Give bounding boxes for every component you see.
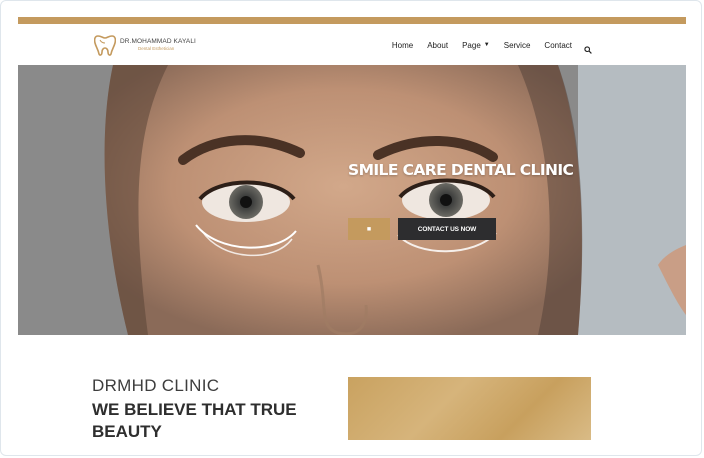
hero-primary-button[interactable]: ■ <box>348 218 390 240</box>
tooth-icon <box>94 33 116 57</box>
search-icon[interactable] <box>584 41 592 54</box>
nav-item-contact[interactable]: Contact <box>544 41 572 50</box>
main-nav: Home About Page ▼ Service Contact <box>378 26 592 64</box>
hero-face-image <box>18 65 686 335</box>
contact-us-button[interactable]: CONTACT US NOW <box>398 218 496 240</box>
chevron-down-icon: ▼ <box>483 42 490 48</box>
brand-subtitle: Dental Esthetician <box>138 46 175 51</box>
about-kicker: DRMHD CLINIC <box>92 376 220 395</box>
site-logo[interactable]: DR.MOHAMMAD KAYALI Dental Esthetician <box>94 33 196 57</box>
site-header: DR.MOHAMMAD KAYALI Dental Esthetician Ho… <box>18 26 686 64</box>
nav-item-service[interactable]: Service <box>504 41 531 50</box>
hero-title: SMILE CARE DENTAL CLINIC <box>348 161 574 179</box>
about-section: DRMHD CLINIC WE BELIEVE THAT TRUE BEAUTY <box>92 376 322 443</box>
nav-item-home[interactable]: Home <box>392 41 413 50</box>
nav-item-page-label: Page <box>462 40 481 50</box>
hero-banner: SMILE CARE DENTAL CLINIC ■ CONTACT US NO… <box>18 65 686 335</box>
top-accent-bar <box>18 17 686 24</box>
about-title: WE BELIEVE THAT TRUE BEAUTY <box>92 400 297 441</box>
nav-item-about[interactable]: About <box>427 41 448 50</box>
brand-name: DR.MOHAMMAD KAYALI <box>120 37 196 45</box>
about-image <box>348 377 591 440</box>
nav-item-page[interactable]: Page ▼ <box>462 41 490 50</box>
